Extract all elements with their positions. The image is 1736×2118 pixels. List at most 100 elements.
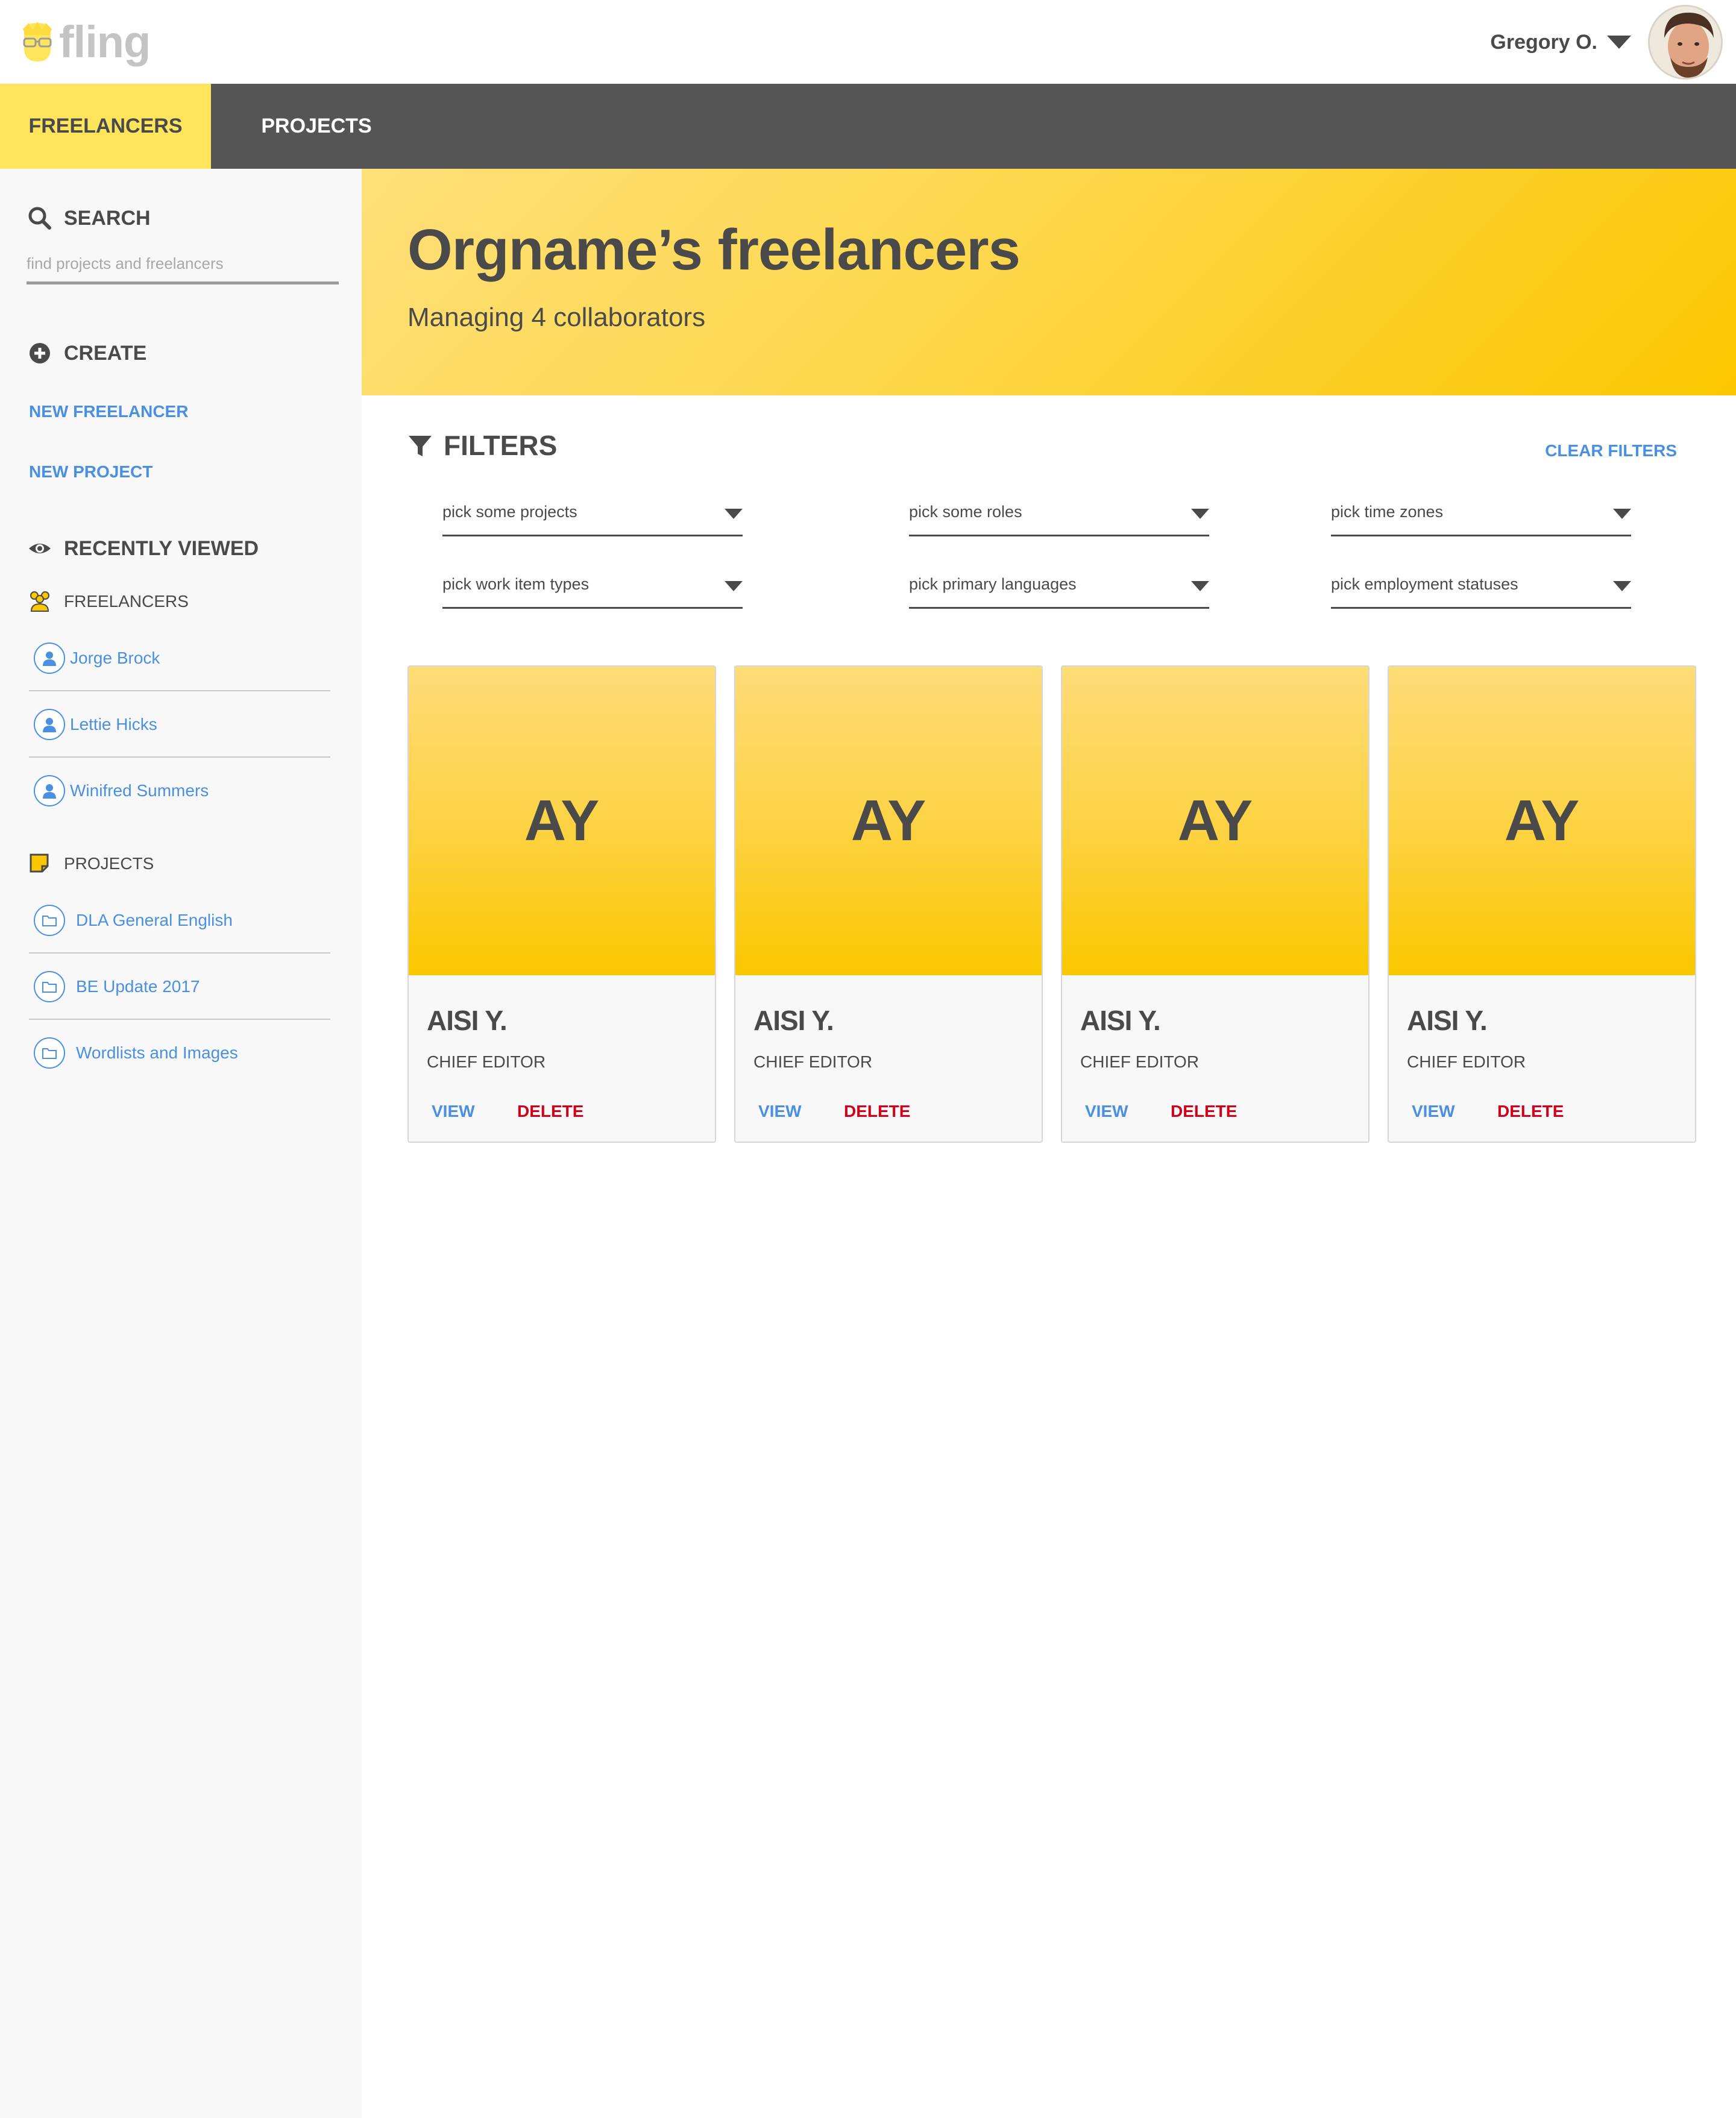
recent-freelancer-name: Jorge Brock xyxy=(70,649,160,667)
search-input[interactable] xyxy=(27,253,339,284)
delete-button[interactable]: DELETE xyxy=(517,1102,583,1121)
recent-freelancers-label: FREELANCERS xyxy=(64,592,189,611)
card-initials: AY xyxy=(851,788,926,853)
card-role: CHIEF EDITOR xyxy=(1080,1052,1200,1071)
folder-icon xyxy=(34,1037,65,1069)
card-initials: AY xyxy=(524,788,600,853)
main-nav: FREELANCERS PROJECTS xyxy=(0,84,1736,169)
person-icon xyxy=(34,709,65,740)
filter-employment-statuses[interactable]: pick employment statuses xyxy=(1331,573,1631,609)
recent-freelancer-item[interactable]: Jorge Brock xyxy=(29,625,330,691)
card-banner: AY xyxy=(735,667,1042,975)
card-name: AISI Y. xyxy=(1080,1005,1161,1036)
caret-down-icon xyxy=(725,581,743,591)
delete-button[interactable]: DELETE xyxy=(844,1102,910,1121)
sticky-note-icon xyxy=(29,853,51,875)
filter-time-zones[interactable]: pick time zones xyxy=(1331,500,1631,536)
caret-down-icon xyxy=(1191,509,1209,519)
page-hero: Orgname’s freelancers Managing 4 collabo… xyxy=(362,169,1736,395)
recent-project-item[interactable]: DLA General English xyxy=(29,887,330,954)
filter-label: pick work item types xyxy=(442,575,590,593)
card-banner: AY xyxy=(1389,667,1695,975)
view-button[interactable]: VIEW xyxy=(1412,1102,1455,1121)
card-role: CHIEF EDITOR xyxy=(1407,1052,1526,1071)
recent-freelancer-item[interactable]: Winifred Summers xyxy=(29,758,330,824)
card-role: CHIEF EDITOR xyxy=(427,1052,546,1071)
filter-primary-languages[interactable]: pick primary languages xyxy=(909,573,1209,609)
funnel-icon xyxy=(407,433,433,458)
folder-icon xyxy=(34,905,65,936)
page-subtitle: Managing 4 collaborators xyxy=(407,303,706,332)
folder-icon xyxy=(34,971,65,1002)
tab-freelancers[interactable]: FREELANCERS xyxy=(0,84,211,169)
freelancer-card: AY AISI Y. CHIEF EDITOR VIEW DELETE xyxy=(734,665,1043,1143)
person-icon xyxy=(34,775,65,806)
recent-freelancer-name: Lettie Hicks xyxy=(70,715,157,734)
recent-project-name: BE Update 2017 xyxy=(76,977,200,996)
logo-face-icon xyxy=(20,20,54,64)
filter-label: pick time zones xyxy=(1331,503,1444,521)
new-freelancer-link[interactable]: NEW FREELANCER xyxy=(29,402,188,421)
filters-heading-label: FILTERS xyxy=(444,430,558,461)
new-project-link[interactable]: NEW PROJECT xyxy=(29,462,153,482)
delete-button[interactable]: DELETE xyxy=(1171,1102,1237,1121)
recent-project-item[interactable]: Wordlists and Images xyxy=(29,1020,330,1086)
search-heading-label: SEARCH xyxy=(64,206,151,230)
view-button[interactable]: VIEW xyxy=(432,1102,475,1121)
recently-viewed-heading: RECENTLY VIEWED xyxy=(28,536,259,561)
clear-filters-link[interactable]: CLEAR FILTERS xyxy=(1545,441,1677,460)
logo[interactable]: fling xyxy=(20,17,151,67)
create-heading: CREATE xyxy=(28,341,146,365)
filter-projects[interactable]: pick some projects xyxy=(442,500,743,536)
recently-viewed-label: RECENTLY VIEWED xyxy=(64,536,259,560)
filter-label: pick some projects xyxy=(442,503,577,521)
sidebar: SEARCH CREATE NEW FREELANCER NEW PROJECT… xyxy=(0,169,362,2118)
recent-project-item[interactable]: BE Update 2017 xyxy=(29,954,330,1020)
recent-projects-heading: PROJECTS xyxy=(29,853,154,875)
card-name: AISI Y. xyxy=(1407,1005,1488,1036)
recent-projects-label: PROJECTS xyxy=(64,854,154,873)
card-name: AISI Y. xyxy=(427,1005,508,1036)
logo-text: fling xyxy=(59,17,151,67)
search-heading: SEARCH xyxy=(28,206,151,230)
card-role: CHIEF EDITOR xyxy=(753,1052,873,1071)
filter-label: pick primary languages xyxy=(909,575,1077,593)
card-banner: AY xyxy=(1062,667,1368,975)
caret-down-icon xyxy=(1613,581,1631,591)
view-button[interactable]: VIEW xyxy=(1085,1102,1128,1121)
create-heading-label: CREATE xyxy=(64,341,147,365)
page-title: Orgname’s freelancers xyxy=(407,218,1021,282)
card-banner: AY xyxy=(409,667,715,975)
recent-freelancer-name: Winifred Summers xyxy=(70,781,209,800)
freelancer-card: AY AISI Y. CHIEF EDITOR VIEW DELETE xyxy=(1388,665,1696,1143)
caret-down-icon[interactable] xyxy=(1607,36,1631,49)
search-icon xyxy=(28,206,52,230)
filter-label: pick some roles xyxy=(909,503,1022,521)
filter-work-item-types[interactable]: pick work item types xyxy=(442,573,743,609)
avatar[interactable] xyxy=(1648,5,1723,80)
recent-project-name: Wordlists and Images xyxy=(76,1043,238,1062)
caret-down-icon xyxy=(1191,581,1209,591)
user-menu[interactable]: Gregory O. xyxy=(1490,5,1723,80)
eye-icon xyxy=(28,536,52,561)
view-button[interactable]: VIEW xyxy=(758,1102,802,1121)
caret-down-icon xyxy=(1613,509,1631,519)
card-initials: AY xyxy=(1504,788,1580,853)
person-icon xyxy=(34,643,65,674)
delete-button[interactable]: DELETE xyxy=(1497,1102,1564,1121)
top-header: fling Gregory O. xyxy=(0,0,1736,84)
freelancer-card: AY AISI Y. CHIEF EDITOR VIEW DELETE xyxy=(407,665,716,1143)
recent-project-name: DLA General English xyxy=(76,911,233,929)
filters-heading: FILTERS xyxy=(407,429,557,462)
card-initials: AY xyxy=(1177,788,1253,853)
filter-label: pick employment statuses xyxy=(1331,575,1518,593)
plus-circle-icon xyxy=(28,341,52,365)
freelancer-card: AY AISI Y. CHIEF EDITOR VIEW DELETE xyxy=(1061,665,1370,1143)
recent-freelancers-heading: FREELANCERS xyxy=(29,591,189,612)
user-name: Gregory O. xyxy=(1490,30,1597,54)
filter-roles[interactable]: pick some roles xyxy=(909,500,1209,536)
tab-projects[interactable]: PROJECTS xyxy=(211,84,422,169)
caret-down-icon xyxy=(725,509,743,519)
card-name: AISI Y. xyxy=(753,1005,834,1036)
recent-freelancer-item[interactable]: Lettie Hicks xyxy=(29,691,330,758)
